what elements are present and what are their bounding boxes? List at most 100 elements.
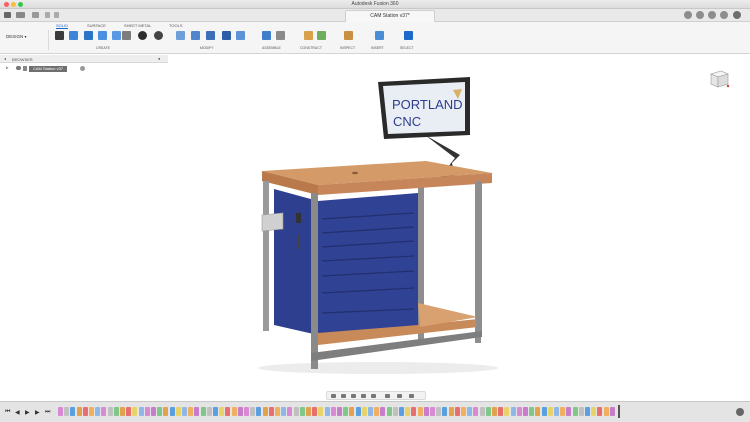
timeline-feature-icon[interactable] — [492, 407, 497, 416]
timeline-feature-icon[interactable] — [399, 407, 404, 416]
timeline-feature-icon[interactable] — [194, 407, 200, 416]
pan-icon[interactable] — [351, 394, 356, 398]
timeline-feature-icon[interactable] — [306, 407, 311, 416]
timeline-feature-icon[interactable] — [597, 407, 603, 416]
timeline-feature-icon[interactable] — [144, 407, 150, 416]
group-construct[interactable]: CONSTRUCT — [300, 46, 322, 50]
browser-close-icon[interactable]: ● — [158, 56, 160, 61]
timeline-play-icon[interactable]: ▶ — [25, 409, 30, 416]
timeline-feature-icon[interactable] — [473, 407, 479, 416]
timeline-feature-icon[interactable] — [479, 407, 485, 416]
timeline-feature-icon[interactable] — [58, 407, 63, 416]
timeline-feature-icon[interactable] — [547, 407, 553, 416]
timeline-feature-icon[interactable] — [566, 407, 572, 416]
insert-image-icon[interactable] — [375, 31, 384, 40]
timeline-feature-icon[interactable] — [448, 407, 454, 416]
help-icon[interactable] — [720, 11, 728, 19]
create-form-icon[interactable] — [122, 31, 131, 40]
midplane-icon[interactable] — [317, 31, 326, 40]
file-menu-icon[interactable] — [16, 12, 25, 18]
timeline-feature-icon[interactable] — [250, 407, 256, 416]
group-insert[interactable]: INSERT — [371, 46, 384, 50]
timeline-feature-icon[interactable] — [163, 407, 169, 416]
timeline-feature-icon[interactable] — [554, 407, 559, 416]
timeline-feature-icon[interactable] — [107, 407, 113, 416]
timeline-feature-icon[interactable] — [529, 407, 535, 416]
expand-triangle-icon[interactable]: ▹ — [6, 65, 9, 71]
timeline-feature-icon[interactable] — [132, 407, 138, 416]
grid-settings-icon[interactable] — [397, 394, 402, 398]
timeline-feature-icon[interactable] — [423, 407, 429, 416]
job-status-icon[interactable] — [696, 11, 704, 19]
orbit-icon[interactable] — [331, 394, 336, 398]
press-pull-icon[interactable] — [176, 31, 185, 40]
undo-icon[interactable] — [45, 12, 50, 18]
timeline-feature-icon[interactable] — [535, 407, 541, 416]
timeline-marker[interactable] — [618, 405, 620, 418]
timeline-feature-icon[interactable] — [312, 407, 318, 416]
user-avatar[interactable] — [733, 11, 741, 19]
tab-sheet-metal[interactable]: SHEET METAL — [124, 23, 151, 28]
activate-radio-icon[interactable] — [80, 66, 85, 71]
timeline-back-icon[interactable]: ◀ — [15, 409, 20, 416]
timeline-feature-icon[interactable] — [82, 407, 88, 416]
timeline-feature-icon[interactable] — [430, 407, 435, 416]
timeline-feature-icon[interactable] — [64, 407, 70, 416]
create-gear-icon[interactable] — [138, 31, 147, 40]
timeline-feature-icon[interactable] — [244, 407, 249, 416]
timeline-feature-icon[interactable] — [504, 407, 510, 416]
timeline-feature-icon[interactable] — [349, 407, 355, 416]
select-icon[interactable] — [404, 31, 413, 40]
tab-document[interactable]: CAM Station v37* — [345, 10, 435, 22]
timeline-feature-icon[interactable] — [175, 407, 181, 416]
fit-icon[interactable] — [371, 394, 376, 398]
timeline-feature-icon[interactable] — [417, 407, 423, 416]
chamfer-icon[interactable] — [206, 31, 215, 40]
timeline-feature-icon[interactable] — [361, 407, 367, 416]
canvas-viewport[interactable]: PORTLAND CNC — [0, 63, 750, 390]
timeline-feature-icon[interactable] — [213, 407, 218, 416]
create-bolt-icon[interactable] — [154, 31, 163, 40]
visibility-eye-icon[interactable] — [16, 66, 21, 70]
timeline-start-icon[interactable]: ⏮ — [5, 409, 10, 416]
timeline-feature-icon[interactable] — [89, 407, 94, 416]
timeline-feature-icon[interactable] — [337, 407, 342, 416]
timeline-feature-icon[interactable] — [268, 407, 274, 416]
timeline-feature-icon[interactable] — [287, 407, 293, 416]
timeline-feature-icon[interactable] — [262, 407, 268, 416]
timeline-feature-icon[interactable] — [368, 407, 373, 416]
timeline-feature-icon[interactable] — [343, 407, 349, 416]
timeline-feature-icon[interactable] — [299, 407, 305, 416]
save-icon[interactable] — [32, 12, 39, 18]
measure-icon[interactable] — [344, 31, 353, 40]
timeline-feature-icon[interactable] — [510, 407, 516, 416]
timeline-feature-icon[interactable] — [467, 407, 473, 416]
timeline-feature-icon[interactable] — [157, 407, 163, 416]
timeline-feature-icon[interactable] — [188, 407, 194, 416]
timeline-feature-icon[interactable] — [572, 407, 578, 416]
timeline-feature-icon[interactable] — [454, 407, 460, 416]
joint-icon[interactable] — [262, 31, 271, 40]
timeline-feature-icon[interactable] — [585, 407, 590, 416]
timeline-feature-icon[interactable] — [182, 407, 187, 416]
timeline-feature-icon[interactable] — [237, 407, 243, 416]
timeline-end-icon[interactable]: ⏭ — [45, 409, 50, 416]
timeline-feature-icon[interactable] — [169, 407, 175, 416]
shell-icon[interactable] — [222, 31, 231, 40]
offset-plane-icon[interactable] — [304, 31, 313, 40]
timeline-feature-icon[interactable] — [411, 407, 417, 416]
timeline-feature-icon[interactable] — [293, 407, 299, 416]
timeline-feature-icon[interactable] — [113, 407, 119, 416]
timeline-feature-icon[interactable] — [70, 407, 76, 416]
timeline-feature-icon[interactable] — [523, 407, 528, 416]
timeline-feature-icon[interactable] — [219, 407, 225, 416]
timeline-feature-icon[interactable] — [386, 407, 392, 416]
zoom-icon[interactable] — [361, 394, 366, 398]
notifications-icon[interactable] — [708, 11, 716, 19]
timeline-forward-icon[interactable]: ▶ — [35, 409, 40, 416]
timeline-feature-icon[interactable] — [275, 407, 280, 416]
timeline-feature-icon[interactable] — [256, 407, 262, 416]
extrude-icon[interactable] — [69, 31, 78, 40]
timeline-feature-icon[interactable] — [355, 407, 361, 416]
timeline-feature-icon[interactable] — [101, 407, 107, 416]
